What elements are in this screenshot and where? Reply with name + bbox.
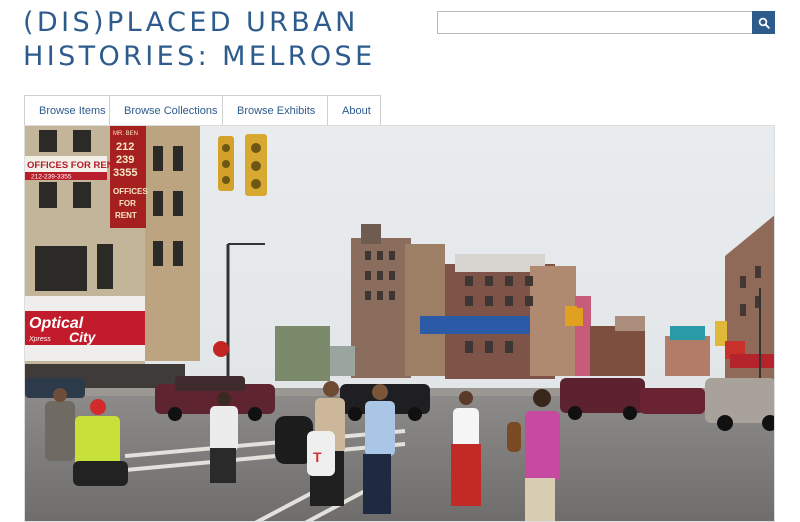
site-title[interactable]: (DIS)PLACED URBAN HISTORIES: MELROSE	[23, 6, 376, 74]
hero-image: OFFICES FOR RENT 212-239-3355 MR. BEN 21…	[24, 125, 775, 522]
site-title-line-1[interactable]: (DIS)PLACED URBAN	[23, 6, 376, 40]
search-button[interactable]	[752, 11, 775, 34]
search-input[interactable]	[437, 11, 753, 34]
offices-sign-text: OFFICES FOR RENT	[27, 160, 120, 171]
nav-about[interactable]: About	[328, 95, 381, 125]
search-form	[437, 11, 775, 34]
nav-browse-items[interactable]: Browse Items	[24, 95, 110, 125]
vertical-offices-2: FOR	[119, 199, 136, 208]
vertical-phone-1: 212	[116, 141, 134, 153]
nav-browse-collections[interactable]: Browse Collections	[110, 95, 223, 125]
search-icon	[758, 17, 770, 29]
vertical-phone-3: 3355	[113, 167, 137, 179]
street-scene-photo: OFFICES FOR RENT 212-239-3355 MR. BEN 21…	[25, 126, 774, 521]
optical-city-line-3: Xpress	[28, 336, 51, 343]
nav-browse-exhibits[interactable]: Browse Exhibits	[223, 95, 328, 125]
offices-sign-phone: 212-239-3355	[31, 174, 72, 181]
vertical-offices-3: RENT	[115, 211, 137, 220]
site-title-line-2[interactable]: HISTORIES: MELROSE	[23, 40, 376, 74]
vertical-phone-2: 239	[116, 154, 134, 166]
vertical-sign-top: MR. BEN	[113, 131, 138, 137]
shopping-bag-text: T	[313, 449, 322, 465]
vertical-offices-1: OFFICES	[113, 187, 148, 196]
optical-city-line-2: City	[69, 329, 97, 345]
left-building: OFFICES FOR RENT 212-239-3355 MR. BEN 21…	[25, 126, 200, 394]
main-nav: Browse Items Browse Collections Browse E…	[24, 95, 381, 125]
